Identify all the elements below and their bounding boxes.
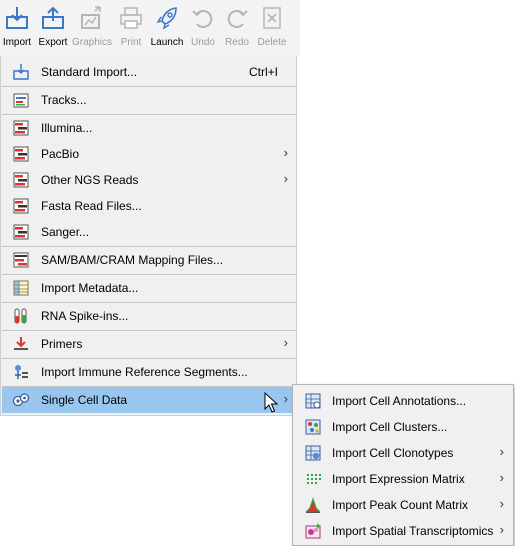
single-cell-submenu: Import Cell Annotations... Import Cell C… [292,384,514,546]
cell-clonotypes-icon [304,444,322,462]
submenu-arrow-icon: › [283,145,288,160]
submenu-item-cell-clonotypes[interactable]: Import Cell Clonotypes › [294,440,512,466]
submenu-item-peak-count-matrix[interactable]: Import Peak Count Matrix › [294,492,512,518]
submenu-arrow-icon: › [499,444,504,459]
print-icon [117,3,145,33]
expression-matrix-icon [304,470,322,488]
submenu-item-spatial-transcriptomics[interactable]: Import Spatial Transcriptomics › [294,518,512,544]
graphics-button[interactable]: Graphics [72,3,112,55]
tracks-icon [12,91,30,109]
menu-item-rna-spike-ins[interactable]: RNA Spike-ins... [2,303,296,329]
submenu-item-cell-annotations[interactable]: Import Cell Annotations... [294,388,512,414]
sequence-reads-icon [12,171,30,189]
single-cell-icon [12,391,30,409]
menu-item-sanger[interactable]: Sanger... [2,219,296,245]
rocket-icon [153,3,181,33]
graphics-icon [78,3,106,33]
spatial-transcriptomics-icon [304,522,322,540]
primer-icon [12,335,30,353]
sequence-reads-icon [12,223,30,241]
metadata-table-icon [12,279,30,297]
immune-segments-icon [12,363,30,381]
submenu-arrow-icon: › [283,335,288,350]
import-icon [12,63,30,81]
test-tubes-icon [12,307,30,325]
cell-annotations-icon [304,392,322,410]
submenu-item-expression-matrix[interactable]: Import Expression Matrix › [294,466,512,492]
menu-item-single-cell-data[interactable]: Single Cell Data › [2,387,296,413]
import-icon [3,3,31,33]
import-menu: Standard Import... Ctrl+I Tracks... Illu… [0,56,297,416]
submenu-arrow-icon: › [499,470,504,485]
menu-item-primers[interactable]: Primers › [2,331,296,357]
menu-item-standard-import[interactable]: Standard Import... Ctrl+I [2,59,296,85]
cell-clusters-icon [304,418,322,436]
delete-icon [258,3,286,33]
menu-item-fasta-read-files[interactable]: Fasta Read Files... [2,193,296,219]
menu-item-illumina[interactable]: Illumina... [2,115,296,141]
submenu-arrow-icon: › [283,171,288,186]
undo-icon [189,3,217,33]
export-icon [39,3,67,33]
submenu-arrow-icon: › [499,522,504,537]
submenu-item-cell-clusters[interactable]: Import Cell Clusters... [294,414,512,440]
menu-item-tracks[interactable]: Tracks... [2,87,296,113]
menu-item-pacbio[interactable]: PacBio › [2,141,296,167]
toolbar: Import Export Graphics Print Launch Undo [0,0,300,56]
sequence-reads-icon [12,119,30,137]
redo-button[interactable]: Redo [217,3,257,55]
submenu-arrow-icon: › [499,496,504,511]
menu-item-other-ngs-reads[interactable]: Other NGS Reads › [2,167,296,193]
redo-icon [223,3,251,33]
sequence-reads-icon [12,197,30,215]
export-button[interactable]: Export [33,3,73,55]
menu-item-immune-reference[interactable]: Import Immune Reference Segments... [2,359,296,385]
mouse-pointer-icon [264,392,278,413]
submenu-arrow-icon: › [283,391,288,406]
mapping-icon [12,251,30,269]
menu-item-import-metadata[interactable]: Import Metadata... [2,275,296,301]
peak-count-icon [304,496,322,514]
import-button[interactable]: Import [0,3,37,55]
sequence-reads-icon [12,145,30,163]
delete-button[interactable]: Delete [252,3,292,55]
launch-button[interactable]: Launch [147,3,187,55]
print-button[interactable]: Print [111,3,151,55]
menu-item-sam-bam-cram[interactable]: SAM/BAM/CRAM Mapping Files... [2,247,296,273]
